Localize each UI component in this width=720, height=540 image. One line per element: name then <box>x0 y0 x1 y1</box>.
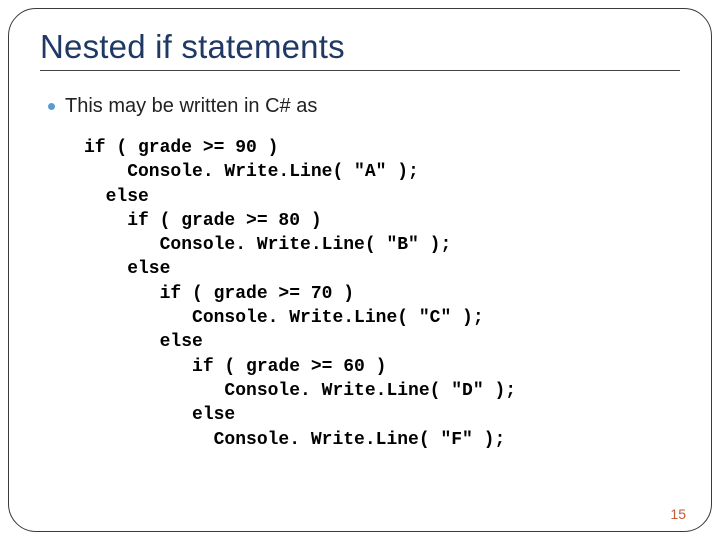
slide-title: Nested if statements <box>40 28 680 66</box>
bullet-dot-icon <box>48 103 55 110</box>
code-block: if ( grade >= 90 ) Console. Write.Line( … <box>84 136 680 452</box>
title-underline <box>40 70 680 71</box>
slide: Nested if statements This may be written… <box>0 0 720 540</box>
bullet-item: This may be written in C# as <box>48 95 680 118</box>
page-number: 15 <box>670 506 686 522</box>
bullet-text: This may be written in C# as <box>65 95 317 118</box>
